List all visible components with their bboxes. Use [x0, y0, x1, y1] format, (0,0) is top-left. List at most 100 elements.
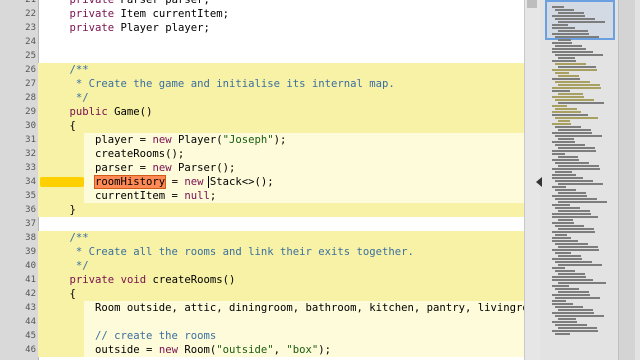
code-line[interactable]: 40 */ [0, 259, 540, 273]
code-line[interactable]: 29 public Game() [0, 105, 540, 119]
code-editor[interactable]: 21 private Parser parser; 22 private Item… [0, 0, 540, 360]
code-line[interactable]: 37 [0, 217, 540, 231]
minimap-line [558, 246, 598, 248]
code-text[interactable]: createRooms(); [44, 147, 184, 161]
code-line[interactable]: 42 { [0, 287, 540, 301]
minimap-line [555, 144, 585, 146]
minimap-line [555, 333, 570, 335]
code-text[interactable]: outside = new Room("outside", "box"); [44, 343, 331, 357]
minimap-line [552, 141, 575, 143]
code-text[interactable]: /** [44, 231, 89, 245]
code-line[interactable]: 23 private Player player; [0, 21, 540, 35]
minimap-line [552, 174, 576, 176]
line-number: 30 [25, 121, 36, 131]
code-line[interactable]: 38 /** [0, 231, 540, 245]
scope-background [38, 203, 524, 217]
minimap-line [552, 186, 566, 188]
code-text[interactable]: { [44, 287, 76, 301]
code-line[interactable]: 22 private Item currentItem; [0, 7, 540, 21]
minimap-line [552, 60, 576, 62]
code-text[interactable]: private Item currentItem; [44, 7, 229, 21]
line-number: 36 [25, 205, 36, 215]
text-caret [208, 176, 209, 188]
minimap-line [552, 240, 578, 242]
code-line[interactable]: 32 createRooms(); [0, 147, 540, 161]
minimap-line [555, 99, 594, 101]
code-text[interactable]: currentItem = null; [44, 189, 216, 203]
line-number: 44 [25, 317, 36, 327]
code-line[interactable]: 27 * Create the game and initialise its … [0, 77, 540, 91]
code-text[interactable]: parser = new Parser(); [44, 161, 235, 175]
line-number: 23 [25, 23, 36, 33]
code-text[interactable]: { [44, 119, 76, 133]
code-line[interactable]: 41 private void createRooms() [0, 273, 540, 287]
scrollbar-thumb[interactable] [527, 0, 537, 8]
minimap-line [558, 138, 574, 140]
code-text[interactable]: * Create the game and initialise its int… [44, 77, 395, 91]
minimap-line [552, 330, 598, 332]
code-line[interactable]: 31 player = new Player("Joseph"); [0, 133, 540, 147]
code-line[interactable]: 39 * Create all the rooms and link their… [0, 245, 540, 259]
minimap-line [552, 51, 593, 53]
minimap-line [552, 150, 596, 152]
code-line[interactable]: 24 [0, 35, 540, 49]
minimap-line [558, 264, 602, 266]
code-line[interactable]: 44 [0, 315, 540, 329]
scope-background [38, 231, 524, 245]
code-text[interactable]: */ [44, 91, 89, 105]
minimap-line [558, 93, 583, 95]
code-text[interactable]: private Parser parser; [44, 0, 210, 7]
code-line[interactable]: 45 // create the rooms [0, 329, 540, 343]
line-number: 38 [25, 233, 36, 243]
minimap-line [555, 270, 575, 272]
minimap-line [552, 258, 582, 260]
minimap-line [558, 210, 590, 212]
minimap-line [555, 63, 586, 65]
code-text[interactable]: */ [44, 259, 89, 273]
minimap-line [552, 87, 601, 89]
minimap-line [558, 39, 571, 41]
line-number: 21 [25, 0, 36, 5]
code-line[interactable]: 43 Room outside, attic, diningroom, bath… [0, 301, 540, 315]
code-line[interactable]: 30 { [0, 119, 540, 133]
code-text[interactable]: public Game() [44, 105, 153, 119]
code-line[interactable]: 28 */ [0, 91, 540, 105]
minimap-line [555, 207, 580, 209]
code-text[interactable]: * Create all the rooms and link their ex… [44, 245, 414, 259]
line-number: 26 [25, 65, 36, 75]
code-text[interactable]: } [44, 203, 76, 217]
minimap-line [552, 132, 592, 134]
minimap-line [555, 36, 599, 38]
overview-scrollbar[interactable] [618, 0, 635, 360]
code-line[interactable]: 26 /** [0, 63, 540, 77]
minimap-line [552, 6, 564, 8]
minimap-line [558, 12, 584, 14]
line-number: 37 [25, 219, 36, 229]
code-text[interactable]: private Player player; [44, 21, 210, 35]
code-line[interactable]: 25 [0, 49, 540, 63]
minimap-line [552, 27, 575, 29]
code-line[interactable]: 36 } [0, 203, 540, 217]
minimap-line [558, 228, 594, 230]
code-line[interactable]: 33 parser = new Parser(); [0, 161, 540, 175]
code-text[interactable]: player = new Player("Joseph"); [44, 133, 286, 147]
code-text[interactable]: /** [44, 63, 89, 77]
minimap-line [555, 171, 572, 173]
line-number: 40 [25, 261, 36, 271]
minimap-line [552, 111, 581, 113]
code-text[interactable]: Room outside, attic, diningroom, bathroo… [44, 301, 540, 315]
minimap-line [552, 231, 595, 233]
code-line[interactable]: 21 private Parser parser; [0, 0, 540, 7]
line-number: 42 [25, 289, 36, 299]
minimap-line [552, 312, 594, 314]
minimap-line [555, 234, 567, 236]
code-text[interactable]: // create the rooms [44, 329, 216, 343]
minimap-line [552, 321, 577, 323]
code-line[interactable]: 35 currentItem = null; [0, 189, 540, 203]
line-number: 39 [25, 247, 36, 257]
line-number: 28 [25, 93, 36, 103]
code-line[interactable]: 46 outside = new Room("outside", "box"); [0, 343, 540, 357]
code-text[interactable]: private void createRooms() [44, 273, 236, 287]
minimap-line [555, 189, 576, 191]
minimap-line [555, 198, 597, 200]
